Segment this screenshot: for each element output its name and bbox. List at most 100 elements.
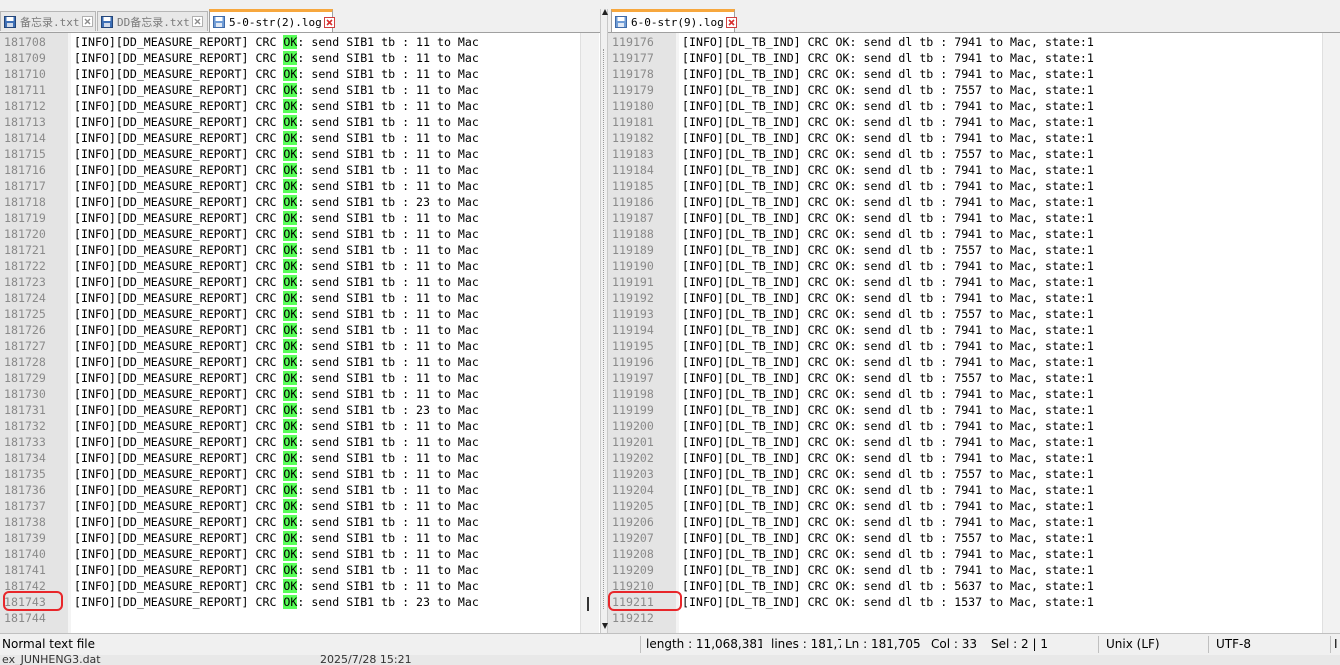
line-text[interactable]: [INFO][DD_MEASURE_REPORT] CRC OK: send S… [74,146,479,162]
line-text[interactable]: [INFO][DL_TB_IND] CRC OK: send dl tb : 7… [682,514,1094,530]
line-text[interactable]: [INFO][DD_MEASURE_REPORT] CRC OK: send S… [74,130,479,146]
line-text[interactable]: [INFO][DL_TB_IND] CRC OK: send dl tb : 7… [682,66,1094,82]
line-text[interactable]: [INFO][DL_TB_IND] CRC OK: send dl tb : 7… [682,370,1094,386]
tab-6-0-str-9-log[interactable]: 6-0-str(9).log [611,9,737,32]
line-text[interactable]: [INFO][DL_TB_IND] CRC OK: send dl tb : 7… [682,498,1094,514]
splitter-grip[interactable] [603,49,606,609]
line-text[interactable]: [INFO][DL_TB_IND] CRC OK: send dl tb : 7… [682,34,1094,50]
splitter-arrow-up-icon[interactable] [602,9,608,15]
line-text[interactable]: [INFO][DD_MEASURE_REPORT] CRC OK: send S… [74,482,479,498]
line-text[interactable]: [INFO][DL_TB_IND] CRC OK: send dl tb : 7… [682,322,1094,338]
line-text[interactable]: [INFO][DL_TB_IND] CRC OK: send dl tb : 7… [682,82,1094,98]
search-highlight-ok: OK [283,451,298,465]
line-text[interactable]: [INFO][DL_TB_IND] CRC OK: send dl tb : 7… [682,546,1094,562]
line-text[interactable]: [INFO][DL_TB_IND] CRC OK: send dl tb : 7… [682,466,1094,482]
line-text[interactable]: [INFO][DL_TB_IND] CRC OK: send dl tb : 7… [682,146,1094,162]
line-text[interactable]: [INFO][DD_MEASURE_REPORT] CRC OK: send S… [74,194,479,210]
line-text[interactable]: [INFO][DD_MEASURE_REPORT] CRC OK: send S… [74,34,479,50]
line-text[interactable]: [INFO][DD_MEASURE_REPORT] CRC OK: send S… [74,306,479,322]
line-text-prefix: [INFO][DD_MEASURE_REPORT] CRC [74,163,284,177]
line-text-suffix: : send SIB1 tb : 11 to Mac [297,499,479,513]
line-text[interactable]: [INFO][DD_MEASURE_REPORT] CRC OK: send S… [74,242,479,258]
line-text[interactable]: [INFO][DL_TB_IND] CRC OK: send dl tb : 7… [682,434,1094,450]
line-text[interactable]: [INFO][DD_MEASURE_REPORT] CRC OK: send S… [74,210,479,226]
line-text[interactable]: [INFO][DD_MEASURE_REPORT] CRC OK: send S… [74,82,479,98]
line-text[interactable]: [INFO][DL_TB_IND] CRC OK: send dl tb : 7… [682,450,1094,466]
line-text[interactable]: [INFO][DD_MEASURE_REPORT] CRC OK: send S… [74,466,479,482]
line-text[interactable]: [INFO][DL_TB_IND] CRC OK: send dl tb : 5… [682,578,1094,594]
line-text[interactable]: [INFO][DD_MEASURE_REPORT] CRC OK: send S… [74,402,479,418]
line-text[interactable]: [INFO][DL_TB_IND] CRC OK: send dl tb : 7… [682,50,1094,66]
line-text[interactable]: [INFO][DL_TB_IND] CRC OK: send dl tb : 7… [682,386,1094,402]
line-text[interactable]: [INFO][DL_TB_IND] CRC OK: send dl tb : 7… [682,402,1094,418]
line-text[interactable]: [INFO][DD_MEASURE_REPORT] CRC OK: send S… [74,530,479,546]
right-vertical-scrollbar[interactable] [1322,33,1340,633]
line-text[interactable]: [INFO][DD_MEASURE_REPORT] CRC OK: send S… [74,274,479,290]
line-text[interactable]: [INFO][DD_MEASURE_REPORT] CRC OK: send S… [74,498,479,514]
line-text[interactable]: [INFO][DL_TB_IND] CRC OK: send dl tb : 7… [682,418,1094,434]
line-text[interactable]: [INFO][DL_TB_IND] CRC OK: send dl tb : 7… [682,290,1094,306]
close-icon[interactable] [323,16,335,28]
line-text-prefix: [INFO][DD_MEASURE_REPORT] CRC [74,339,284,353]
line-text[interactable]: [INFO][DD_MEASURE_REPORT] CRC OK: send S… [74,434,479,450]
search-highlight-ok: OK [283,179,298,193]
line-text[interactable]: [INFO][DD_MEASURE_REPORT] CRC OK: send S… [74,338,479,354]
line-text[interactable]: [INFO][DL_TB_IND] CRC OK: send dl tb : 7… [682,226,1094,242]
line-text[interactable]: [INFO][DD_MEASURE_REPORT] CRC OK: send S… [74,162,479,178]
close-icon[interactable] [725,16,737,28]
line-text[interactable]: [INFO][DD_MEASURE_REPORT] CRC OK: send S… [74,578,479,594]
line-text[interactable]: [INFO][DD_MEASURE_REPORT] CRC OK: send S… [74,386,479,402]
line-text[interactable]: [INFO][DL_TB_IND] CRC OK: send dl tb : 7… [682,114,1094,130]
left-editor-pane[interactable]: 181708 [INFO][DD_MEASURE_REPORT] CRC OK: … [0,33,600,633]
line-text-prefix: [INFO][DD_MEASURE_REPORT] CRC [74,291,284,305]
line-text-prefix: [INFO][DD_MEASURE_REPORT] CRC [74,563,284,577]
line-text[interactable]: [INFO][DL_TB_IND] CRC OK: send dl tb : 1… [682,594,1094,610]
line-text[interactable]: [INFO][DL_TB_IND] CRC OK: send dl tb : 7… [682,306,1094,322]
line-text[interactable]: [INFO][DD_MEASURE_REPORT] CRC OK: send S… [74,514,479,530]
tab-dd-memo-txt[interactable]: DD备忘录.txt [97,11,208,31]
line-text[interactable]: [INFO][DL_TB_IND] CRC OK: send dl tb : 7… [682,258,1094,274]
line-text[interactable]: [INFO][DD_MEASURE_REPORT] CRC OK: send S… [74,290,479,306]
right-editor-pane[interactable]: 119176 [INFO][DL_TB_IND] CRC OK: send dl … [608,33,1340,633]
line-text[interactable]: [INFO][DD_MEASURE_REPORT] CRC OK: send S… [74,66,479,82]
line-text[interactable]: [INFO][DL_TB_IND] CRC OK: send dl tb : 7… [682,338,1094,354]
line-text[interactable]: [INFO][DD_MEASURE_REPORT] CRC OK: send S… [74,594,479,610]
line-text[interactable]: [INFO][DD_MEASURE_REPORT] CRC OK: send S… [74,546,479,562]
line-text[interactable]: [INFO][DD_MEASURE_REPORT] CRC OK: send S… [74,226,479,242]
line-text[interactable]: [INFO][DD_MEASURE_REPORT] CRC OK: send S… [74,354,479,370]
line-text[interactable]: [INFO][DD_MEASURE_REPORT] CRC OK: send S… [74,178,479,194]
line-text[interactable]: [INFO][DD_MEASURE_REPORT] CRC OK: send S… [74,98,479,114]
line-text[interactable]: [INFO][DD_MEASURE_REPORT] CRC OK: send S… [74,322,479,338]
line-number: 119178 [612,67,654,81]
status-divider [1330,636,1331,653]
line-text[interactable]: [INFO][DL_TB_IND] CRC OK: send dl tb : 7… [682,130,1094,146]
line-text[interactable]: [INFO][DL_TB_IND] CRC OK: send dl tb : 7… [682,162,1094,178]
line-number: 181712 [4,99,46,113]
line-text[interactable]: [INFO][DL_TB_IND] CRC OK: send dl tb : 7… [682,178,1094,194]
line-text[interactable]: [INFO][DL_TB_IND] CRC OK: send dl tb : 7… [682,242,1094,258]
line-text[interactable]: [INFO][DD_MEASURE_REPORT] CRC OK: send S… [74,418,479,434]
line-text[interactable]: [INFO][DL_TB_IND] CRC OK: send dl tb : 7… [682,530,1094,546]
line-text[interactable]: [INFO][DL_TB_IND] CRC OK: send dl tb : 7… [682,482,1094,498]
line-text[interactable]: [INFO][DD_MEASURE_REPORT] CRC OK: send S… [74,258,479,274]
line-text[interactable]: [INFO][DL_TB_IND] CRC OK: send dl tb : 7… [682,194,1094,210]
line-text[interactable]: [INFO][DD_MEASURE_REPORT] CRC OK: send S… [74,562,479,578]
line-text[interactable]: [INFO][DL_TB_IND] CRC OK: send dl tb : 7… [682,274,1094,290]
line-text[interactable]: [INFO][DD_MEASURE_REPORT] CRC OK: send S… [74,50,479,66]
line-text[interactable]: [INFO][DD_MEASURE_REPORT] CRC OK: send S… [74,370,479,386]
line-text[interactable]: [INFO][DL_TB_IND] CRC OK: send dl tb : 7… [682,98,1094,114]
line-text-prefix: [INFO][DD_MEASURE_REPORT] CRC [74,83,284,97]
line-text[interactable]: [INFO][DD_MEASURE_REPORT] CRC OK: send S… [74,450,479,466]
line-text[interactable]: [INFO][DL_TB_IND] CRC OK: send dl tb : 7… [682,562,1094,578]
view-splitter[interactable] [600,9,608,633]
left-vertical-scrollbar[interactable] [580,33,599,633]
close-icon[interactable] [191,16,203,27]
tab-memo-txt[interactable]: 备忘录.txt [0,11,96,31]
tab-5-0-str-2-log[interactable]: 5-0-str(2).log [209,9,335,32]
line-text[interactable]: [INFO][DD_MEASURE_REPORT] CRC OK: send S… [74,114,479,130]
line-text[interactable]: [INFO][DL_TB_IND] CRC OK: send dl tb : 7… [682,210,1094,226]
line-text[interactable]: [INFO][DL_TB_IND] CRC OK: send dl tb : 7… [682,354,1094,370]
close-icon[interactable] [81,16,93,27]
window-top-edge [0,0,1340,9]
line-text-prefix: [INFO][DD_MEASURE_REPORT] CRC [74,403,284,417]
